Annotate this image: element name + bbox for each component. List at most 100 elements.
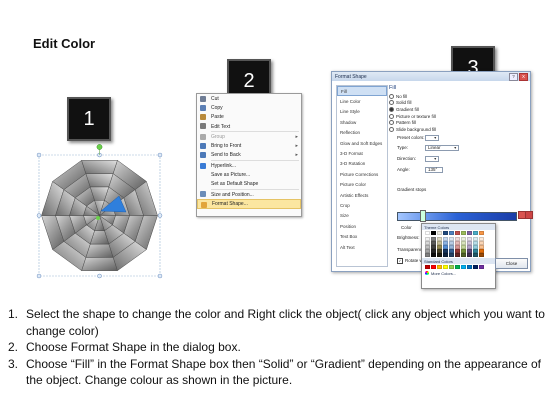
color-swatch[interactable] [479,231,484,235]
decagon-shape-illustration[interactable] [36,143,166,279]
menu-item-edit-text[interactable]: Edit Text [197,122,301,131]
menu-item-cut[interactable]: Cut [197,94,301,103]
menu-item-format-shape[interactable]: Format Shape... [197,199,301,209]
nav-item-glow-and-soft-edges[interactable]: Glow and Soft Edges [337,138,387,148]
color-swatch[interactable] [425,265,430,269]
nav-item-picture-corrections[interactable]: Picture Corrections [337,169,387,179]
menu-item-save-as-picture[interactable]: Save as Picture... [197,170,301,179]
color-swatch[interactable] [431,253,436,257]
direction-dropdown[interactable]: ▼ [425,155,439,162]
group-icon [200,133,206,140]
color-swatch[interactable] [455,265,460,269]
help-button[interactable]: ? [509,73,518,81]
color-swatch[interactable] [431,231,436,235]
nav-item-alt-text[interactable]: Alt Text [337,242,387,252]
menu-item-set-as-default-shape[interactable]: Set as Default Shape [197,180,301,189]
color-swatch[interactable] [449,265,454,269]
radio-button[interactable] [389,100,394,106]
color-swatch[interactable] [443,231,448,235]
nav-item-3-d-format[interactable]: 3-D Format [337,148,387,158]
nav-item-line-style[interactable]: Line Style [337,107,387,117]
fill-option-no-fill[interactable]: No fill [389,93,527,100]
decagon-segment [81,257,118,271]
color-swatch[interactable] [479,265,484,269]
nav-item-crop[interactable]: Crop [337,200,387,210]
nav-item-shadow[interactable]: Shadow [337,117,387,127]
fill-option-pattern-fill[interactable]: Pattern fill [389,119,527,126]
color-swatch[interactable] [479,253,484,257]
menu-item-group: Group ▸ [197,132,301,141]
color-flyout: Theme Colors Standard Colors More Colors… [421,223,496,289]
color-swatch[interactable] [437,253,442,257]
type-dropdown[interactable]: Linear ▼ [425,144,459,151]
radio-button[interactable] [389,106,394,112]
color-swatch[interactable] [473,231,478,235]
nav-item-reflection[interactable]: Reflection [337,128,387,138]
color-swatch[interactable] [467,231,472,235]
color-swatch[interactable] [455,231,460,235]
fill-option-label: Solid fill [396,100,412,106]
radio-button[interactable] [389,120,394,126]
color-swatch[interactable] [437,231,442,235]
instructions-list: 1. Select the shape to change the color a… [8,306,556,389]
submenu-arrow-icon: ▸ [295,133,298,140]
nav-item-line-color[interactable]: Line Color [337,96,387,106]
panel-heading: Fill [389,85,397,91]
dialog-titlebar[interactable]: Format Shape ? X [332,72,530,81]
menu-item-bring-to-front[interactable]: Bring to Front ▸ [197,141,301,150]
preset-colors-dropdown[interactable]: ▼ [425,134,439,141]
menu-item-hyperlink[interactable]: Hyperlink... [197,161,301,170]
radio-button[interactable] [389,93,394,99]
nav-item-position[interactable]: Position [337,221,387,231]
menu-item-paste[interactable]: Paste [197,113,301,122]
color-swatch[interactable] [443,265,448,269]
copy-icon [200,104,206,111]
direction-label: Direction: [397,156,417,161]
angle-input[interactable]: 135° [425,166,443,173]
radio-button[interactable] [389,126,394,132]
more-colors-option[interactable]: More Colors... [422,270,495,276]
color-swatch[interactable] [461,231,466,235]
color-swatch[interactable] [455,253,460,257]
remove-stop-button[interactable] [525,211,533,219]
color-swatch[interactable] [473,253,478,257]
dialog-close-button[interactable]: Close [495,258,528,269]
rotate-checkbox[interactable]: ✓ [397,257,403,264]
close-icon[interactable]: X [519,73,528,81]
menu-item-copy[interactable]: Copy [197,103,301,112]
color-swatch[interactable] [473,265,478,269]
nav-item-text-box[interactable]: Text Box [337,231,387,241]
nav-item-size[interactable]: Size [337,211,387,221]
color-swatch[interactable] [443,253,448,257]
color-swatch[interactable] [437,265,442,269]
fill-option-solid-fill[interactable]: Solid fill [389,100,527,107]
radio-button[interactable] [389,113,394,119]
color-swatch[interactable] [425,253,430,257]
menu-item-label: Copy [211,104,223,111]
color-swatch[interactable] [467,253,472,257]
decagon-rings [41,159,158,272]
menu-item-send-to-back[interactable]: Send to Back ▸ [197,151,301,160]
gradient-stop-handle[interactable] [420,210,426,222]
color-swatch[interactable] [431,265,436,269]
fill-option-gradient-fill[interactable]: Gradient fill [389,106,527,113]
gradient-stops-bar[interactable] [397,212,517,221]
resize-handle [97,273,102,279]
color-swatch[interactable] [467,265,472,269]
color-swatch[interactable] [461,265,466,269]
nav-item-artistic-effects[interactable]: Artistic Effects [337,190,387,200]
format-shape-icon [201,201,207,208]
step-text: Select the shape to change the color and… [26,307,545,338]
color-swatch[interactable] [449,231,454,235]
submenu-arrow-icon: ▸ [295,143,298,150]
nav-item-fill[interactable]: Fill [337,86,387,97]
angle-label: Angle: [397,167,410,172]
fill-option-picture-or-texture-fill[interactable]: Picture or texture fill [389,113,527,120]
color-swatch[interactable] [461,253,466,257]
menu-item-size-and-position[interactable]: Size and Position... [197,190,301,199]
color-swatch[interactable] [449,253,454,257]
color-swatch[interactable] [425,231,430,235]
nav-item-picture-color[interactable]: Picture Color [337,180,387,190]
fill-option-slide-background-fill[interactable]: Slide background fill [389,126,527,133]
nav-item-3-d-rotation[interactable]: 3-D Rotation [337,159,387,169]
